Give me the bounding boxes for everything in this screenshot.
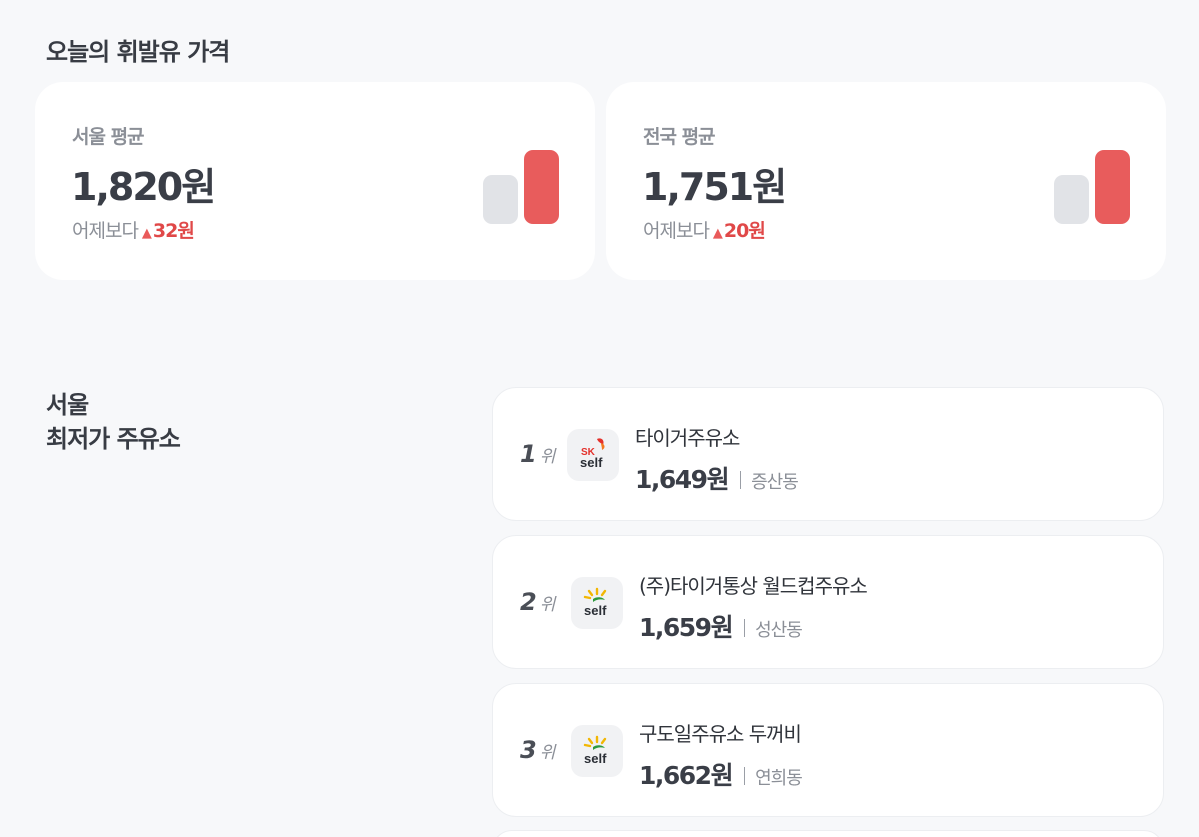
change-amount: 32원 [152,220,195,242]
station-card-1[interactable]: 1위 SK self 타이거주유소 1,649원 증산동 [492,387,1164,521]
station-price-row: 1,662원 연희동 [639,756,803,792]
svg-text:self: self [584,751,607,766]
station-price-row: 1,649원 증산동 [635,460,799,496]
divider [744,619,746,637]
rank-value: 2 [520,588,537,616]
bar-chart-icon [483,149,559,224]
card-price: 1,820원 [71,165,216,209]
rank-unit: 위 [539,743,556,763]
rank-unit: 위 [539,447,556,467]
rank-number: 1위 [520,440,555,468]
rank-number: 2위 [520,588,555,616]
svg-text:self: self [580,455,603,470]
station-district: 연희동 [755,768,803,789]
ranking-title-region: 서울 [46,391,89,419]
divider [744,767,746,785]
bar-chart-icon [1054,149,1130,224]
up-arrow-icon: ▲ [141,226,152,241]
price-change: 어제보다 ▲ 20원 [643,216,766,243]
station-name: 타이거주유소 [635,426,740,450]
station-card-4[interactable] [492,830,1164,837]
rank-number: 3위 [520,736,555,764]
ranking-title-label: 최저가 주유소 [46,425,181,453]
card-label: 전국 평균 [643,126,716,148]
rank-value: 3 [520,736,537,764]
soil-self-logo-icon: self [571,725,623,777]
card-price: 1,751원 [642,165,787,209]
station-district: 성산동 [755,620,803,641]
page: 오늘의 휘발유 가격 서울 평균 1,820원 어제보다 ▲ 32원 전국 평균 1… [0,0,1199,837]
station-district: 증산동 [751,472,799,493]
yesterday-bar [1054,175,1089,224]
card-label: 서울 평균 [72,126,145,148]
seoul-average-card[interactable]: 서울 평균 1,820원 어제보다 ▲ 32원 [35,82,595,280]
ranking-title: 서울 최저가 주유소 [46,388,181,456]
station-card-3[interactable]: 3위 self 구도일주유소 두꺼비 1,662원 연희동 [492,683,1164,817]
section-title: 오늘의 휘발유 가격 [46,38,230,66]
change-amount: 20원 [723,220,766,242]
divider [740,471,742,489]
station-price-row: 1,659원 성산동 [639,608,803,644]
station-price: 1,659원 [639,613,734,642]
national-average-card[interactable]: 전국 평균 1,751원 어제보다 ▲ 20원 [606,82,1166,280]
station-price: 1,662원 [639,761,734,790]
price-change: 어제보다 ▲ 32원 [72,216,195,243]
soil-self-logo-icon: self [571,577,623,629]
station-card-2[interactable]: 2위 self (주)타이거통상 월드컵주유소 1,659원 성산동 [492,535,1164,669]
yesterday-bar [483,175,518,224]
up-arrow-icon: ▲ [712,226,723,241]
rank-value: 1 [520,440,537,468]
today-bar [524,150,559,224]
svg-text:self: self [584,603,607,618]
rank-unit: 위 [539,595,556,615]
sk-self-logo-icon: SK self [567,429,619,481]
change-prefix: 어제보다 [72,220,139,242]
station-name: (주)타이거통상 월드컵주유소 [639,574,868,598]
change-prefix: 어제보다 [643,220,710,242]
station-price: 1,649원 [635,465,730,494]
today-bar [1095,150,1130,224]
station-name: 구도일주유소 두꺼비 [639,722,802,746]
